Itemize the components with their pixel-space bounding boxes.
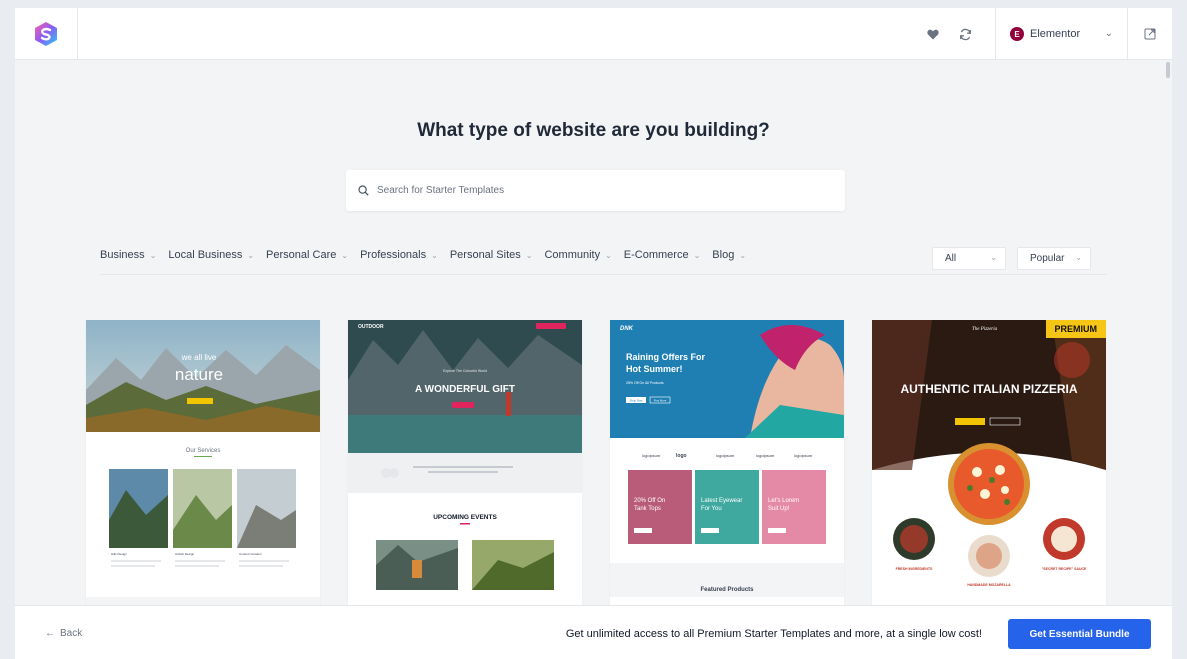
category-nav: Business ⌄ Local Business ⌄ Personal Care ⌄… — [100, 249, 758, 261]
category-label: Business — [100, 249, 145, 261]
template-preview-pizzeria: The Pizzeria AUTHENTIC ITALIAN PIZZERIA … — [872, 320, 1106, 610]
app-logo[interactable] — [15, 8, 78, 60]
template-card-fashion[interactable]: DNK Raining Offers For Hot Summer! 25% O… — [610, 320, 844, 610]
card-brand: The Pizzeria — [972, 327, 998, 332]
card-hero-title: A WONDERFUL GIFT — [415, 384, 515, 395]
scrollbar-thumb[interactable] — [1166, 62, 1170, 78]
logo-strip-item: logoipsum — [716, 453, 735, 458]
divider — [100, 274, 1107, 275]
logo-strip-item: logoipsum — [642, 453, 661, 458]
top-bar: E Elementor ⌄ — [15, 8, 1172, 60]
category-professionals[interactable]: Professionals ⌄ — [360, 249, 438, 261]
card-brand: OUTDOOR — [358, 324, 384, 330]
category-personal-care[interactable]: Personal Care ⌄ — [266, 249, 348, 261]
chevron-down-icon: ⌄ — [341, 250, 349, 260]
category-label: Professionals — [360, 249, 427, 261]
card-section-title: UPCOMING EVENTS — [433, 514, 497, 521]
chevron-down-icon: ⌄ — [693, 250, 701, 260]
card-brand: DNK — [620, 326, 634, 332]
card-hero-kicker: Explore The Colourful World — [443, 369, 487, 373]
promo-line2: Suit Up! — [768, 506, 790, 512]
category-label: Personal Sites — [449, 249, 521, 261]
page-builder-select[interactable]: E Elementor ⌄ — [995, 8, 1127, 60]
arrow-left-icon: ← — [45, 628, 55, 639]
card-hero-title-1: Raining Offers For — [626, 352, 706, 362]
scrollbar[interactable] — [1164, 60, 1172, 605]
card-section-title: Featured Products — [700, 587, 754, 593]
template-preview-nature: we all live nature Our Services Hills De… — [86, 320, 320, 610]
type-filter-value: All — [945, 253, 957, 264]
logo-strip-item: logoipsum — [794, 453, 813, 458]
card-section-title: Our Services — [186, 448, 221, 454]
logo-strip-item: logo — [676, 453, 687, 459]
category-label: E-Commerce — [623, 249, 689, 261]
category-label: Personal Care — [266, 249, 337, 261]
template-card-pizzeria[interactable]: The Pizzeria AUTHENTIC ITALIAN PIZZERIA … — [872, 320, 1106, 610]
category-e-commerce[interactable]: E-Commerce ⌄ — [624, 249, 701, 261]
app-window: E Elementor ⌄ What type of website are y… — [15, 8, 1172, 659]
card-hero-title: AUTHENTIC ITALIAN PIZZERIA — [900, 382, 1077, 396]
card-hero-sub: 25% Off On All Products — [626, 381, 664, 385]
starter-templates-logo-icon — [35, 22, 57, 46]
feature-label: HANDMADE MOZARELLA — [967, 583, 1011, 587]
card-button: Shop Now — [630, 399, 644, 403]
chevron-down-icon: ⌄ — [431, 250, 438, 260]
chevron-down-icon: ⌄ — [247, 250, 255, 260]
elementor-icon: E — [1010, 27, 1024, 41]
category-label: Local Business — [168, 249, 243, 261]
promo-line1: Let's Lorem — [768, 498, 799, 504]
feature-label: "SECRET RECIPE" SAUCE — [1042, 567, 1087, 571]
chevron-down-icon: ⌄ — [1075, 253, 1082, 262]
search-input[interactable] — [377, 185, 797, 196]
category-community[interactable]: Community ⌄ — [544, 249, 611, 261]
category-local-business[interactable]: Local Business ⌄ — [168, 249, 254, 261]
footer-bar: ← Back Get unlimited access to all Premi… — [15, 605, 1172, 659]
sort-value: Popular — [1030, 253, 1065, 264]
promo-line1: 20% Off On — [634, 498, 665, 504]
search-icon — [358, 185, 369, 196]
template-card-nature[interactable]: we all live nature Our Services Hills De… — [86, 320, 320, 610]
category-personal-sites[interactable]: Personal Sites ⌄ — [450, 249, 533, 261]
sort-select[interactable]: Popular ⌄ — [1017, 247, 1091, 270]
search-bar[interactable] — [346, 170, 845, 211]
template-card-outdoor[interactable]: OUTDOOR Explore The Colourful World A WO… — [348, 320, 582, 610]
chevron-down-icon: ⌄ — [990, 253, 997, 262]
page-builder-label: Elementor — [1030, 28, 1081, 40]
type-filter-select[interactable]: All ⌄ — [932, 247, 1006, 270]
chevron-down-icon: ⌄ — [605, 250, 612, 260]
external-link-icon — [1144, 28, 1156, 40]
card-hero-line2: nature — [175, 365, 223, 384]
category-blog[interactable]: Blog ⌄ — [712, 249, 746, 261]
category-label: Community — [544, 249, 601, 261]
feature-label: FRESH INGREDIENTS — [896, 567, 933, 571]
external-link-button[interactable] — [1127, 8, 1172, 60]
back-button[interactable]: ← Back — [45, 628, 82, 639]
promo-line2: For You — [701, 506, 722, 512]
template-preview-outdoor: OUTDOOR Explore The Colourful World A WO… — [348, 320, 582, 610]
chevron-down-icon: ⌄ — [1104, 28, 1113, 39]
premium-badge: PREMIUM — [1045, 320, 1106, 338]
page-title: What type of website are you building? — [417, 120, 770, 141]
category-business[interactable]: Business ⌄ — [100, 249, 156, 261]
promo-line2: Tank Tops — [634, 506, 661, 512]
back-label: Back — [60, 628, 83, 639]
category-label: Blog — [712, 249, 735, 261]
card-hero-title-2: Hot Summer! — [626, 364, 683, 374]
promo-line1: Latest Eyewear — [701, 498, 742, 504]
heart-icon[interactable] — [923, 24, 943, 44]
tile-caption: Content Creation — [239, 552, 262, 556]
card-button: Find More — [654, 399, 667, 403]
get-bundle-button[interactable]: Get Essential Bundle — [1008, 619, 1151, 649]
tile-caption: Artistic Design — [175, 552, 195, 556]
chevron-down-icon: ⌄ — [739, 250, 747, 260]
logo-strip-item: logoipsum — [756, 453, 775, 458]
chevron-down-icon: ⌄ — [525, 250, 533, 260]
template-preview-fashion: DNK Raining Offers For Hot Summer! 25% O… — [610, 320, 844, 610]
card-hero-line1: we all live — [181, 353, 217, 362]
chevron-down-icon: ⌄ — [149, 250, 157, 260]
upsell-text: Get unlimited access to all Premium Star… — [565, 628, 982, 640]
tile-caption: Hills Design — [111, 552, 127, 556]
sync-icon[interactable] — [955, 24, 975, 44]
